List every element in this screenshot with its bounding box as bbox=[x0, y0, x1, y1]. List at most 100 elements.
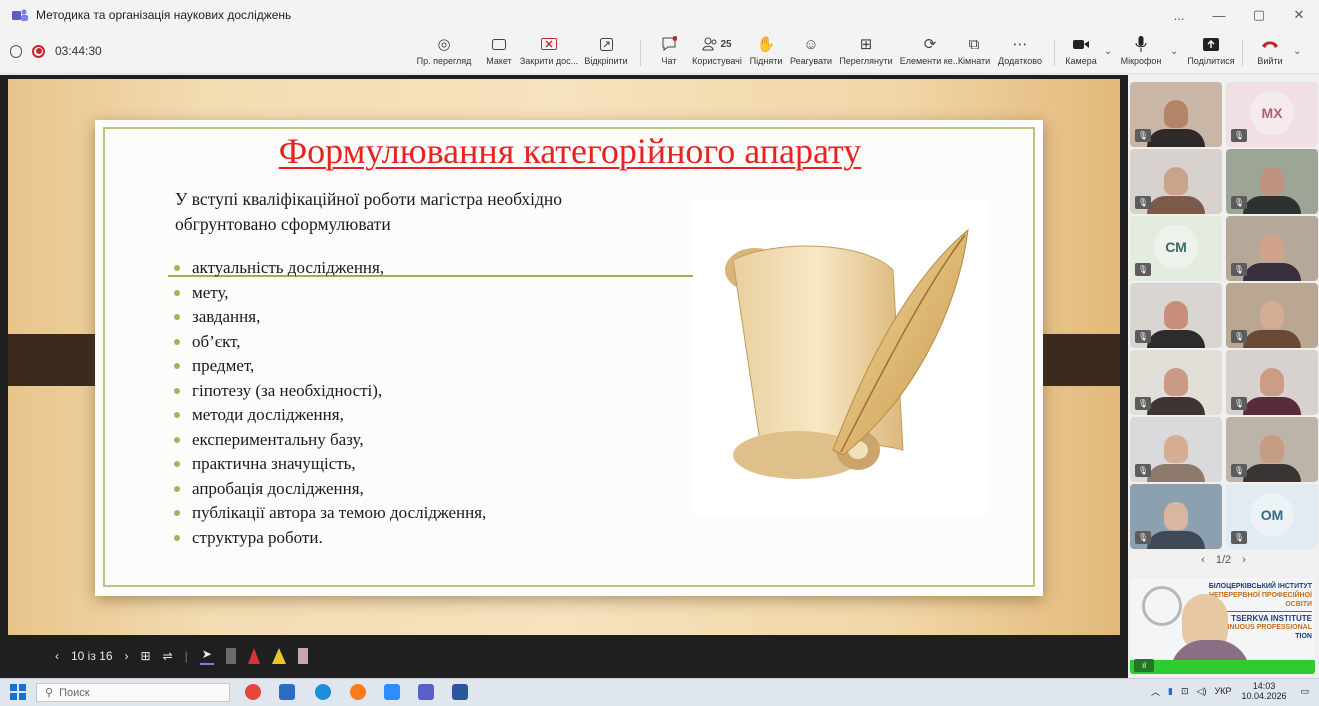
muted-microphone-icon: 🎙 bbox=[1231, 397, 1247, 410]
zoom-icon[interactable] bbox=[384, 684, 400, 700]
participant-tile[interactable]: 🎙 bbox=[1226, 149, 1318, 214]
chat-icon bbox=[661, 34, 677, 54]
camera-button[interactable]: Камера bbox=[1062, 34, 1100, 70]
share-icon bbox=[1203, 34, 1219, 54]
taskbar-search-box[interactable]: ⚲ Поиск bbox=[36, 683, 230, 702]
mic-options-chevron-icon[interactable]: ⌄ bbox=[1170, 46, 1178, 57]
chrome-icon[interactable] bbox=[245, 684, 261, 700]
clock-date: 10.04.2026 bbox=[1241, 691, 1287, 701]
tray-app-icon[interactable]: ▮ bbox=[1168, 686, 1173, 697]
camera-options-chevron-icon[interactable]: ⌄ bbox=[1104, 46, 1112, 57]
microphone-button[interactable]: Мікрофон bbox=[1118, 34, 1164, 70]
close-window-button[interactable]: ✕ bbox=[1279, 0, 1319, 30]
close-document-button[interactable]: Закрити дос... bbox=[519, 34, 579, 70]
active-speaker-bar bbox=[1130, 660, 1315, 674]
notifications-icon[interactable]: ▭ bbox=[1300, 686, 1309, 697]
settings-sliders-icon[interactable]: ⇌ bbox=[163, 649, 173, 663]
slide-navigation: ‹ 10 із 16 › ⊞ ⇌ | ➤ bbox=[55, 645, 320, 667]
react-label: Реагувати bbox=[789, 56, 833, 66]
participant-tile[interactable]: 🎙 bbox=[1226, 216, 1318, 281]
search-placeholder: Поиск bbox=[59, 686, 90, 699]
input-language[interactable]: УКР bbox=[1214, 686, 1231, 696]
bullet-text: мету, bbox=[192, 282, 229, 302]
restore-button[interactable]: ▢ bbox=[1239, 0, 1279, 30]
bullet-item: публікації автора за темою дослідження, bbox=[174, 501, 694, 526]
grid-view-icon[interactable]: ⊞ bbox=[141, 649, 151, 663]
shield-icon bbox=[10, 44, 22, 58]
taskbar-clock[interactable]: 14:03 10.04.2026 bbox=[1241, 681, 1286, 701]
participant-video-face bbox=[1164, 368, 1188, 396]
minimize-button[interactable]: — bbox=[1199, 0, 1239, 30]
eraser-tool-icon[interactable] bbox=[225, 648, 236, 664]
word-icon[interactable] bbox=[452, 684, 468, 700]
highlighter-icon[interactable] bbox=[271, 648, 286, 664]
participant-tile[interactable]: 🎙 bbox=[1226, 350, 1318, 415]
unpin-button[interactable]: Відкріпити bbox=[582, 34, 630, 70]
bullet-item: завдання, bbox=[174, 305, 694, 330]
bullet-item: гіпотезу (за необхідності), bbox=[174, 379, 694, 404]
meeting-controls-button[interactable]: ⟳ Елементи ке... bbox=[898, 34, 962, 70]
more-options-button[interactable]: ... bbox=[1159, 0, 1199, 30]
preview-button[interactable]: ◎ Пр. перегляд bbox=[417, 34, 472, 70]
volume-icon[interactable]: ◁) bbox=[1197, 686, 1207, 697]
participant-tile[interactable]: 🎙 bbox=[1130, 350, 1222, 415]
view-button[interactable]: ⊞ Переглянути bbox=[836, 34, 896, 70]
gallery-pager: ‹ 1/2 › bbox=[1128, 554, 1319, 566]
raise-hand-button[interactable]: ✋ Підняти bbox=[748, 34, 784, 70]
participant-tile[interactable]: 🎙 bbox=[1130, 82, 1222, 147]
rooms-icon: ⧉ bbox=[968, 35, 980, 53]
popout-icon bbox=[599, 34, 613, 54]
presenter-video-tile[interactable]: БІЛОЦЕРКІВСЬКИЙ ІНСТИТУТ НЕПЕРЕРВНОЇ ПРО… bbox=[1130, 578, 1315, 674]
react-button[interactable]: ☺ Реагувати bbox=[789, 34, 833, 70]
leave-options-chevron-icon[interactable]: ⌄ bbox=[1293, 46, 1301, 57]
bullet-dot bbox=[174, 265, 180, 272]
leave-button[interactable]: Вийти bbox=[1252, 34, 1288, 70]
network-icon[interactable]: ⊡ bbox=[1181, 686, 1189, 697]
participant-video-face bbox=[1164, 435, 1188, 463]
bullet-dot bbox=[174, 510, 180, 517]
participants-count: 25 bbox=[720, 38, 732, 50]
participant-tile[interactable]: ОМ 🎙 bbox=[1226, 484, 1318, 549]
pointer-tool-icon[interactable]: ➤ bbox=[199, 647, 214, 665]
edge-icon[interactable] bbox=[315, 684, 331, 700]
participant-tile[interactable]: 🎙 bbox=[1226, 417, 1318, 482]
muted-microphone-icon: 🎙 bbox=[1231, 464, 1247, 477]
layout-button[interactable]: Макет bbox=[482, 34, 516, 70]
scroll-and-quill-image bbox=[693, 200, 988, 516]
rooms-button[interactable]: ⧉ Кімнати bbox=[957, 34, 991, 70]
institute-logo bbox=[1142, 586, 1182, 626]
share-button[interactable]: Поділитися bbox=[1184, 34, 1238, 70]
windows-start-icon[interactable] bbox=[10, 684, 26, 700]
teams-icon[interactable] bbox=[418, 684, 434, 700]
next-slide-chevron-icon[interactable]: › bbox=[125, 649, 129, 663]
eraser-icon[interactable] bbox=[297, 648, 308, 664]
previous-page-chevron-icon[interactable]: ‹ bbox=[1201, 554, 1205, 566]
chat-button[interactable]: Чат bbox=[655, 34, 683, 70]
red-pen-icon[interactable] bbox=[247, 648, 260, 664]
bullet-dot bbox=[174, 338, 180, 345]
participant-video-body bbox=[1243, 196, 1301, 214]
bullet-text: структура роботи. bbox=[192, 527, 323, 547]
participant-video-face bbox=[1260, 234, 1284, 262]
bullet-item: структура роботи. bbox=[174, 526, 694, 551]
participant-tile[interactable]: 🎙 bbox=[1130, 149, 1222, 214]
next-page-chevron-icon[interactable]: › bbox=[1242, 554, 1246, 566]
previous-slide-chevron-icon[interactable]: ‹ bbox=[55, 649, 59, 663]
more-button[interactable]: ⋯ Додатково bbox=[996, 34, 1044, 70]
participant-tile[interactable]: СМ 🎙 bbox=[1130, 216, 1222, 281]
participant-tile[interactable]: 🎙 bbox=[1226, 283, 1318, 348]
bullet-dot bbox=[174, 485, 180, 492]
participant-tile[interactable]: 🎙 bbox=[1130, 283, 1222, 348]
bullet-text: експериментальну базу, bbox=[192, 429, 364, 449]
participant-tile[interactable]: 🎙 bbox=[1130, 417, 1222, 482]
participants-button[interactable]: 25 Користувачі bbox=[690, 34, 744, 70]
muted-microphone-icon: 🎙 bbox=[1231, 531, 1247, 544]
files-icon[interactable] bbox=[279, 684, 295, 700]
participant-video-face bbox=[1260, 435, 1284, 463]
slide-bullet-list: актуальність дослідження, мету, завдання… bbox=[174, 256, 694, 550]
participant-tile[interactable]: МХ 🎙 bbox=[1226, 82, 1318, 147]
participant-tile[interactable]: 🎙 bbox=[1130, 484, 1222, 549]
firefox-icon[interactable] bbox=[350, 684, 366, 700]
camera-label: Камера bbox=[1065, 56, 1097, 66]
tray-expand-chevron-icon[interactable]: ︿ bbox=[1151, 685, 1160, 698]
